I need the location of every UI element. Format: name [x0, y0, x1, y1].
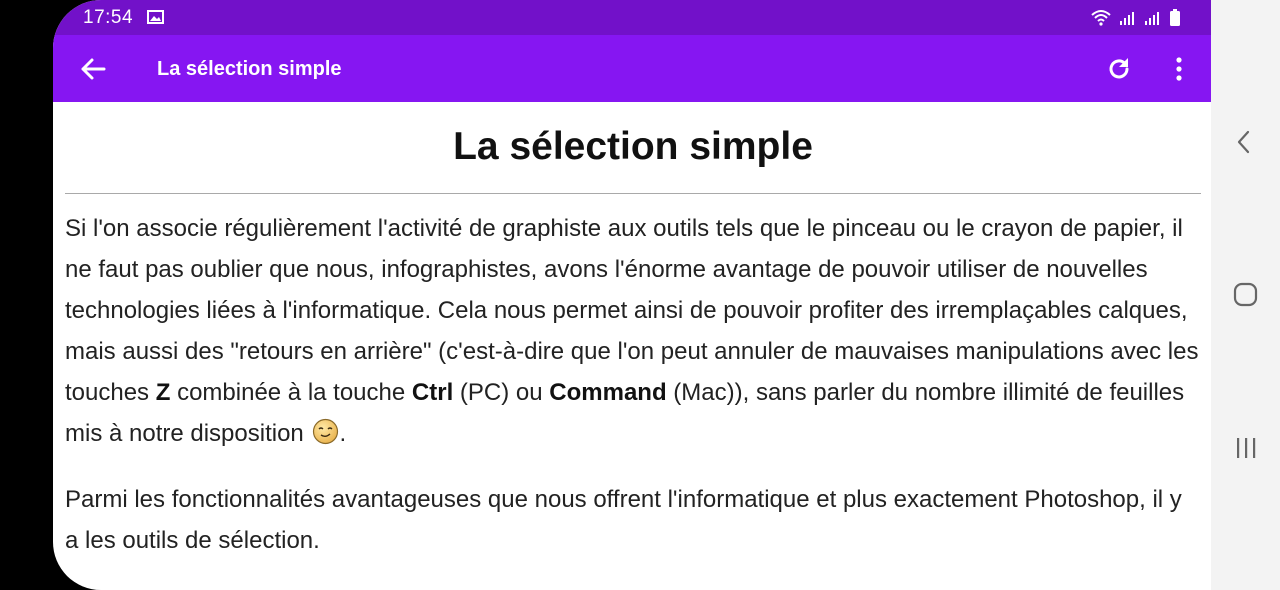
system-nav-bar: [1211, 0, 1280, 590]
article-title: La sélection simple: [453, 125, 813, 168]
article-content: La sélection simple Si l'on associe régu…: [65, 102, 1201, 561]
key-z: Z: [155, 379, 171, 406]
signal-icon-2: [1145, 12, 1159, 25]
app-bar: La sélection simple: [53, 35, 1211, 102]
gallery-notification-icon: [147, 10, 164, 29]
title-divider: [65, 193, 1201, 194]
key-ctrl: Ctrl: [411, 379, 454, 406]
arrow-back-icon: [81, 58, 106, 80]
paragraph-text: Si l'on associe régulièrement l'activité…: [65, 215, 1199, 406]
more-options-button[interactable]: [1167, 55, 1191, 83]
nav-back-button[interactable]: [1236, 130, 1252, 159]
refresh-button[interactable]: [1106, 56, 1132, 82]
status-icons: [1090, 8, 1181, 26]
paragraph-text: .: [339, 420, 347, 447]
status-time: 17:54: [83, 7, 134, 28]
recents-icon: [1237, 438, 1256, 458]
signal-icon: [1120, 12, 1134, 25]
battery-icon: [1170, 9, 1180, 26]
article-paragraph-2: Parmi les fonctionnalités avantageuses q…: [65, 486, 1182, 554]
refresh-icon: [1109, 58, 1129, 79]
key-command: Command: [549, 379, 667, 406]
chevron-left-icon: [1237, 130, 1250, 154]
smiley-icon: [312, 417, 339, 458]
wifi-icon: [1091, 10, 1111, 26]
paragraph-text: combinée à la touche: [170, 379, 412, 406]
app-bar-title: La sélection simple: [157, 58, 342, 80]
home-icon: [1233, 282, 1258, 307]
nav-home-button[interactable]: [1233, 282, 1258, 312]
article-paragraph-1: Si l'on associe régulièrement l'activité…: [65, 208, 1201, 458]
nav-recents-button[interactable]: [1235, 436, 1257, 465]
app-screen: 17:54 La sélection simple La sélection s…: [53, 0, 1211, 590]
paragraph-text: (PC) ou: [453, 379, 550, 406]
status-bar: 17:54: [53, 0, 1211, 35]
more-vertical-icon: [1176, 57, 1182, 81]
back-button[interactable]: [79, 55, 107, 83]
